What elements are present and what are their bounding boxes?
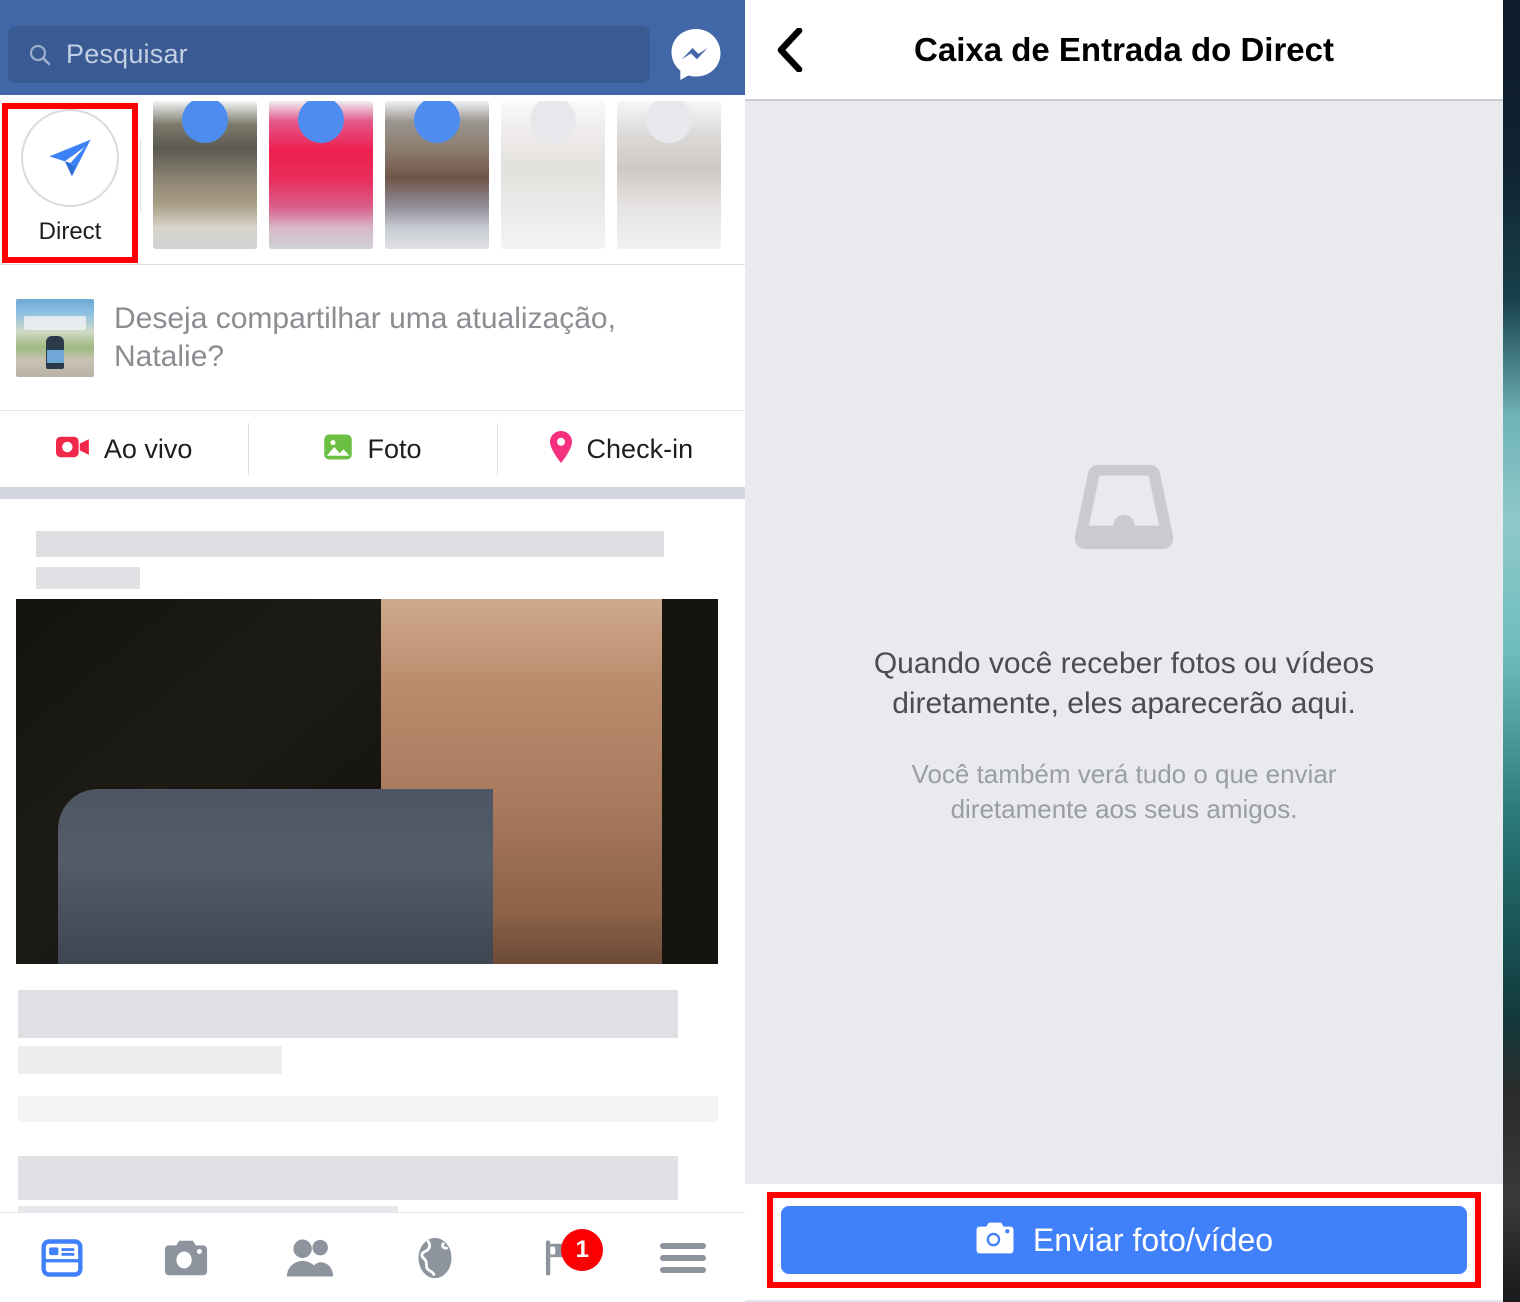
live-video-icon: [55, 434, 90, 465]
direct-button[interactable]: Direct: [0, 95, 140, 260]
hamburger-menu-icon: [659, 1242, 706, 1273]
send-photo-video-button[interactable]: Enviar foto/vídeo: [781, 1206, 1467, 1274]
empty-state-title: Quando você receber fotos ou vídeos dire…: [873, 647, 1375, 720]
messenger-icon[interactable]: [668, 26, 724, 82]
direct-inbox-footer: Enviar foto/vídeo: [745, 1184, 1503, 1302]
notifications-globe-tab[interactable]: [373, 1213, 497, 1302]
inbox-tray-icon: [1060, 459, 1188, 576]
page-title: Caixa de Entrada do Direct: [914, 30, 1334, 68]
stories-strip: Direct: [0, 95, 745, 265]
live-video-button[interactable]: Ao vivo: [0, 411, 248, 487]
search-placeholder: Pesquisar: [66, 39, 188, 69]
chevron-left-icon: [777, 27, 803, 72]
facebook-top-bar: Pesquisar: [0, 0, 745, 95]
screenshot-root: Pesquisar Direct Deseja compartilhar uma…: [0, 0, 1520, 1302]
news-feed-tab[interactable]: [0, 1213, 124, 1302]
composer-action-row: Ao vivo Foto Check-in: [0, 411, 745, 487]
checkin-button[interactable]: Check-in: [496, 411, 745, 487]
photo-button[interactable]: Foto: [248, 411, 496, 487]
search-icon: [28, 43, 52, 67]
composer-prompt: Deseja compartilhar uma atualização, Nat…: [114, 301, 616, 373]
send-photo-video-label: Enviar foto/vídeo: [1032, 1221, 1274, 1258]
story-item[interactable]: [617, 101, 721, 249]
story-item[interactable]: [385, 101, 489, 249]
status-composer[interactable]: Deseja compartilhar uma atualização, Nat…: [0, 266, 745, 411]
avatar: [16, 299, 94, 377]
camera-tab[interactable]: [124, 1213, 248, 1302]
direct-label: Direct: [38, 218, 102, 245]
search-input[interactable]: Pesquisar: [8, 26, 650, 83]
bottom-navigation: 1: [0, 1212, 745, 1302]
post-header: [0, 499, 745, 595]
location-pin-icon: [549, 430, 573, 468]
story-item[interactable]: [153, 101, 257, 249]
direct-circle: [21, 109, 119, 207]
stories-list[interactable]: [141, 101, 745, 249]
live-video-label: Ao vivo: [103, 433, 193, 464]
story-item[interactable]: [269, 101, 373, 249]
facebook-feed-panel: Pesquisar Direct Deseja compartilhar uma…: [0, 0, 745, 1302]
checkin-label: Check-in: [586, 433, 694, 464]
notification-badge: 1: [561, 1229, 604, 1271]
friends-icon: [287, 1239, 334, 1276]
story-item[interactable]: [501, 101, 605, 249]
empty-state-subtitle: Você também verá tudo o que enviar diret…: [911, 759, 1337, 824]
news-feed-icon: [41, 1238, 83, 1277]
photo-icon: [323, 432, 353, 467]
camera-icon: [975, 1221, 1015, 1260]
direct-inbox-empty-state: Quando você receber fotos ou vídeos dire…: [745, 101, 1503, 1184]
paper-plane-icon: [49, 139, 91, 177]
friends-tab[interactable]: [248, 1213, 372, 1302]
menu-tab[interactable]: [621, 1213, 745, 1302]
direct-inbox-header: Caixa de Entrada do Direct: [745, 0, 1503, 99]
back-button[interactable]: [745, 0, 835, 99]
feed-post[interactable]: [0, 499, 745, 1240]
camera-icon: [165, 1240, 208, 1275]
globe-icon: [418, 1237, 452, 1278]
photo-label: Foto: [367, 433, 422, 464]
flag-tab[interactable]: 1: [497, 1213, 621, 1302]
post-photo: [16, 599, 718, 964]
direct-inbox-panel: Caixa de Entrada do Direct Quando você r…: [745, 0, 1503, 1302]
feed-separator: [0, 487, 745, 499]
post-footer: [0, 990, 745, 1240]
background-app-edge: [1503, 0, 1520, 1302]
